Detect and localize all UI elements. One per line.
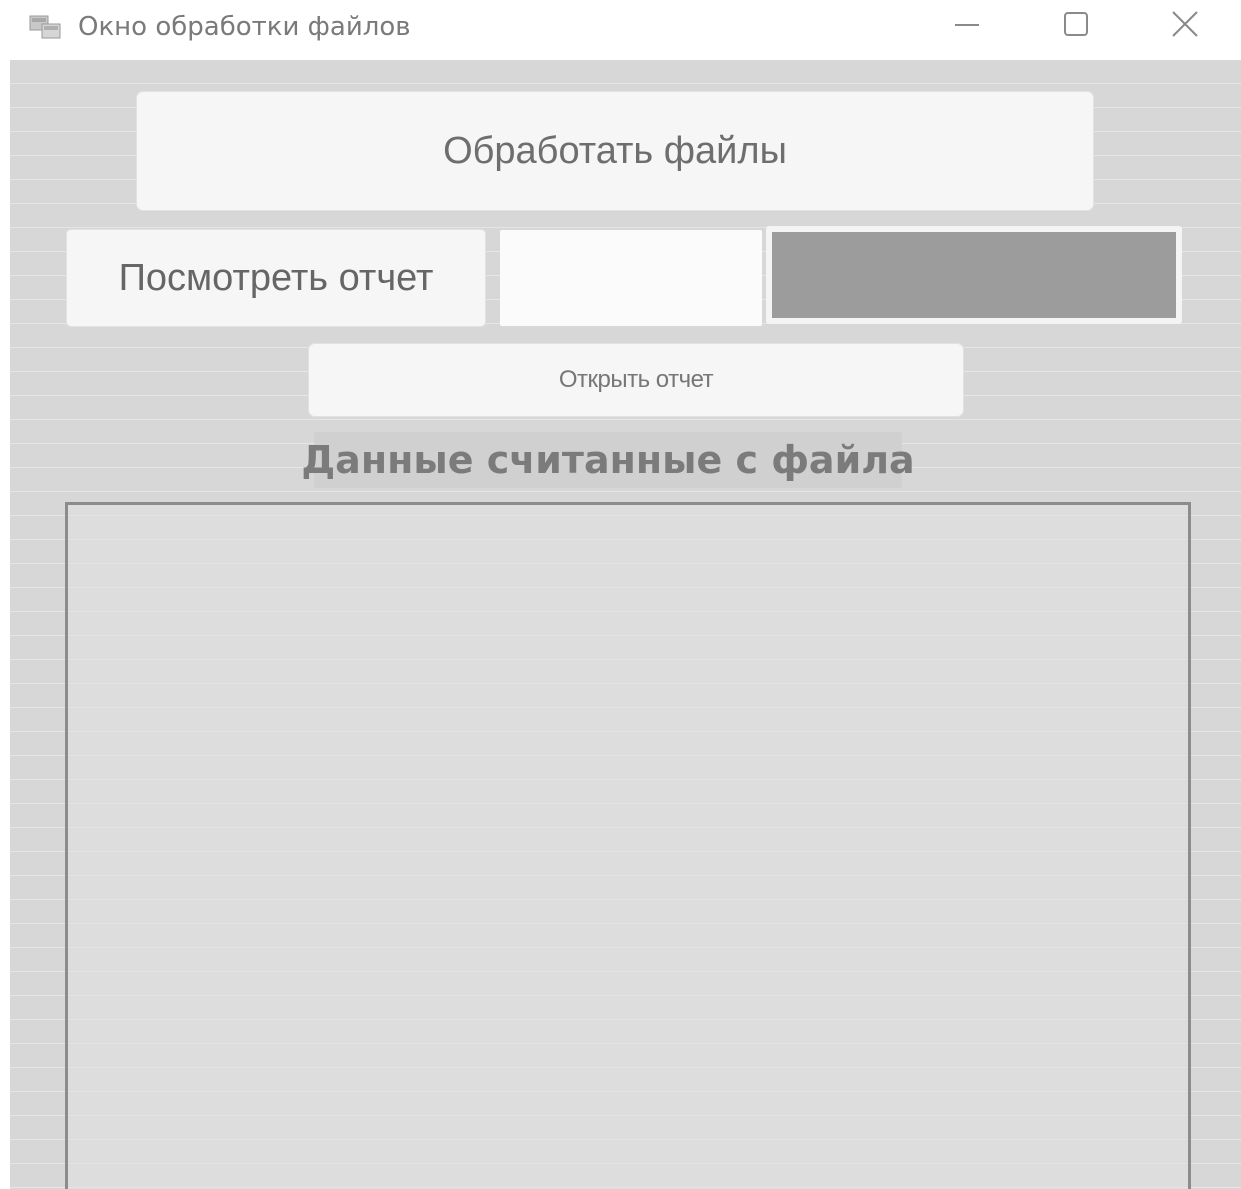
progress-fill (772, 232, 1176, 318)
close-icon (1171, 10, 1199, 43)
open-report-button[interactable]: Открыть отчет (309, 344, 963, 416)
maximize-button[interactable] (1041, 0, 1111, 52)
data-section-label: Данные считанные с файла (301, 432, 915, 488)
title-bar[interactable]: Окно обработки файлов (0, 0, 1241, 60)
file-processing-window: Окно обработки файлов Обработать файлы П… (0, 0, 1241, 1189)
client-area: Обработать файлы Посмотреть отчет Открыт… (10, 60, 1241, 1189)
progress-bar (766, 226, 1182, 324)
window-title: Окно обработки файлов (78, 12, 411, 42)
minimize-icon (954, 11, 980, 42)
process-files-button[interactable]: Обработать файлы (137, 92, 1093, 210)
view-report-button[interactable]: Посмотреть отчет (67, 230, 485, 326)
close-button[interactable] (1150, 0, 1220, 52)
progress-track (772, 232, 1176, 318)
minimize-button[interactable] (932, 0, 1002, 52)
app-window-icon (28, 12, 62, 42)
maximize-icon (1063, 11, 1089, 42)
report-path-field[interactable] (500, 230, 762, 326)
file-data-textbox[interactable] (65, 502, 1191, 1189)
